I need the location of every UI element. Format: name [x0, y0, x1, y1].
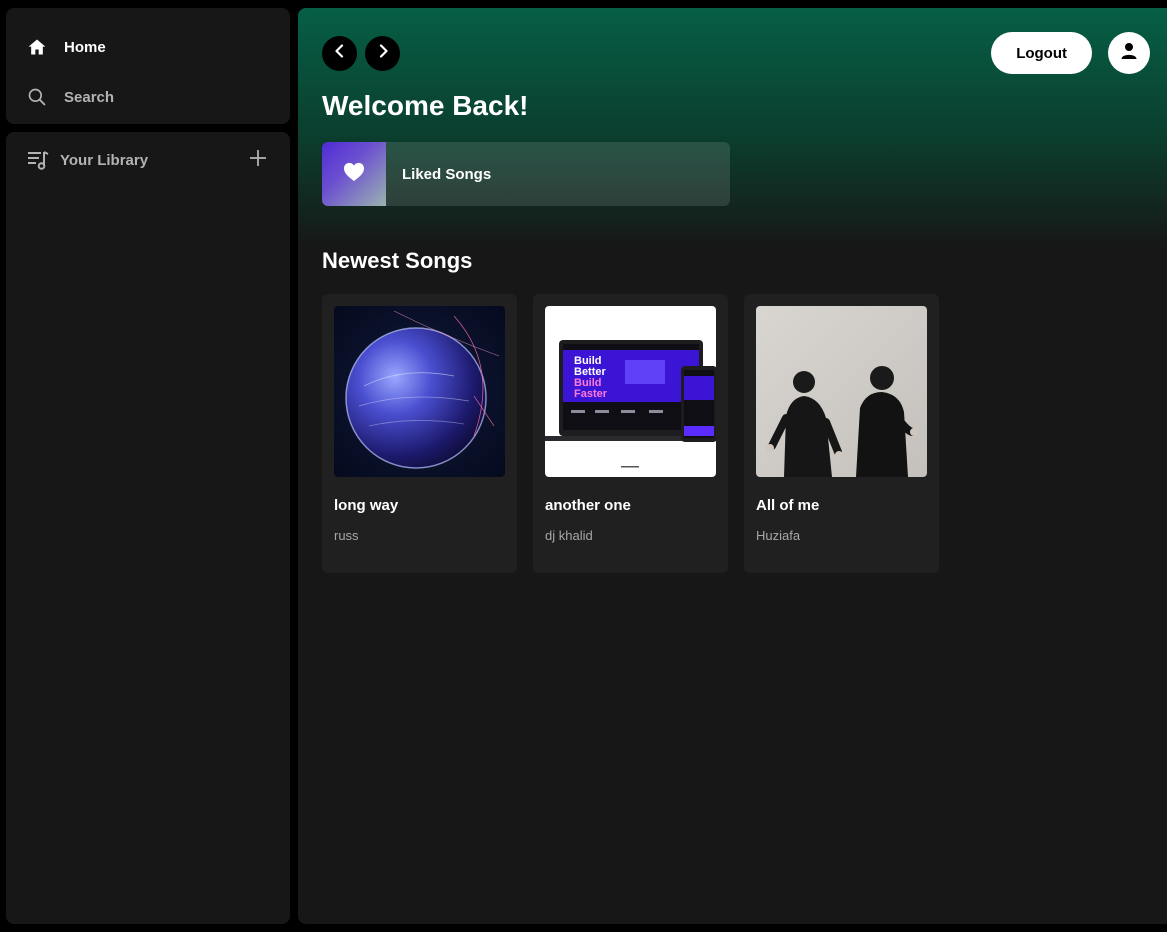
song-artist: dj khalid — [545, 528, 593, 543]
song-title: long way — [334, 497, 399, 514]
song-card[interactable]: Build Better Build Faster another one dj… — [533, 294, 728, 573]
song-cover-globe — [334, 306, 505, 477]
song-cover-duo — [756, 306, 927, 477]
chevron-left-icon — [333, 44, 347, 63]
song-title: another one — [545, 497, 631, 514]
liked-songs-card[interactable]: Liked Songs — [322, 142, 730, 206]
user-profile-button[interactable] — [1108, 32, 1150, 74]
heart-icon — [343, 162, 365, 187]
song-card[interactable]: long way russ — [322, 294, 517, 573]
account-controls: Logout — [991, 32, 1150, 74]
add-playlist-button[interactable] — [246, 148, 270, 172]
history-nav — [322, 36, 400, 71]
sidebar-item-home[interactable]: Home — [26, 22, 270, 72]
sidebar-library: Your Library — [6, 132, 290, 924]
plus-icon — [249, 149, 267, 172]
home-icon — [26, 36, 48, 58]
sidebar-nav: Home Search — [6, 8, 290, 124]
section-title-newest: Newest Songs — [322, 248, 473, 273]
liked-songs-art — [322, 142, 386, 206]
search-icon — [26, 86, 48, 108]
song-artist: Huziafa — [756, 528, 801, 543]
song-title: All of me — [756, 497, 820, 514]
your-library-button[interactable]: Your Library — [26, 148, 148, 172]
song-cover-laptop: Build Better Build Faster — [545, 306, 716, 477]
library-icon — [26, 148, 50, 172]
main-content: Logout Welcome Back! Liked Songs Newest … — [298, 8, 1167, 924]
library-label: Your Library — [60, 151, 149, 169]
sidebar-item-label: Home — [64, 38, 106, 56]
forward-button[interactable] — [365, 36, 400, 71]
art-text-line4: Faster — [574, 388, 608, 400]
sidebar-item-search[interactable]: Search — [26, 72, 270, 122]
chevron-right-icon — [376, 44, 390, 63]
logout-button[interactable]: Logout — [991, 32, 1092, 74]
liked-songs-label: Liked Songs — [402, 165, 492, 183]
user-icon — [1120, 42, 1138, 65]
song-artist: russ — [334, 528, 359, 543]
library-header: Your Library — [26, 148, 270, 172]
app: Home Search Your Library Logout Welcome … — [0, 0, 1167, 932]
sidebar-item-label: Search — [64, 88, 115, 106]
page-title: Welcome Back! — [322, 90, 529, 121]
song-list: long way russ Build Better Build Faster — [322, 294, 939, 573]
back-button[interactable] — [322, 36, 357, 71]
song-card[interactable]: All of me Huziafa — [744, 294, 939, 573]
